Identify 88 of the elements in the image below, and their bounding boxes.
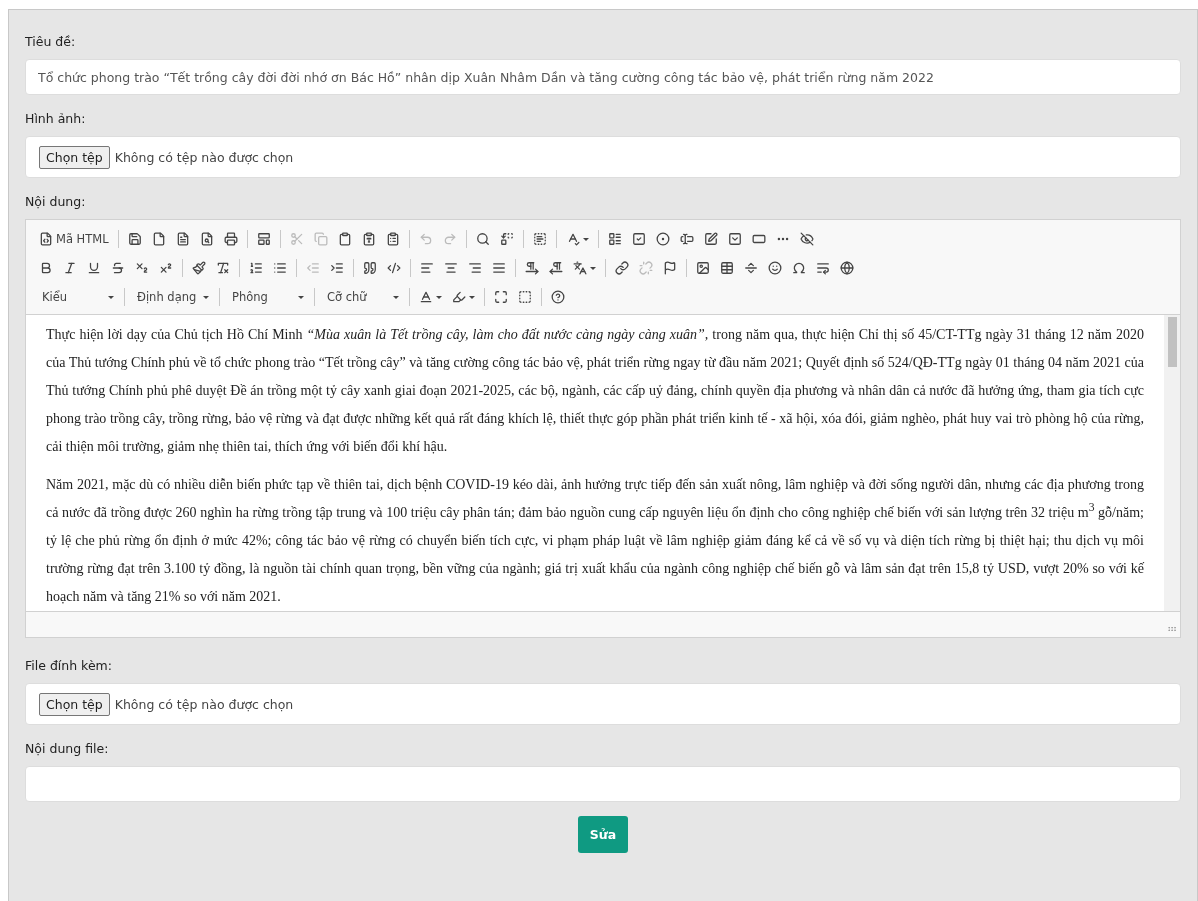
indent-icon [330,261,344,275]
smiley-icon [768,261,782,275]
outdent-icon [306,261,320,275]
paragraph: Năm 2021, mặc dù có nhiều diễn biến phức tạp về thiên tai, dịch bệnh COVID-19 kéo dài, ảnh hưởng trực tiếp đến sản xuất nông, lâm nghiệp và đời sống người dân, nhưng các địa phương trong cả nước đã trồng được 260 nghìn ha rừng trồng tập trung và 100 triệu cây phân tán; đảm bảo nguồn cung cấp nguyên liệu ổn định cho công nghiệp chế biến với sản lượng trên 32 triệu m$^{3}$ gỗ/năm; tỷ lệ che phủ rừng ổn định ở mức 42%; công tác bảo vệ rừng có chuyển biến tích cực, vi phạm pháp luật về lâm nghiệp giảm đáng kể cả về số vụ và diện tích rừng bị thiệt hại; thu dịch vụ môi trường rừng đạt trên 3.100 tỷ đồng, là nguồn tài chính quan trọng, bền vững của ngành; giá trị xuất khẩu của ngành công nghiệp chế biến gỗ và lâm sản đạt trên 15,8 tỷ USD, vượt 20% so với kế hoạch năm và tăng 21% so với năm 2021. [46,476,1144,606]
link-icon [615,261,629,275]
page-search-icon [199,232,214,246]
clipboard-text-icon [361,232,376,246]
redo-icon [442,232,457,246]
align-left-icon [420,261,434,275]
file-input[interactable]: Chọn tệp Không có tệp nào được chọn [25,136,1181,178]
choose-file-button[interactable]: Chọn tệp [39,145,110,169]
choose-file-button[interactable]: Chọn tệp [39,692,110,716]
flag-icon [663,261,677,275]
align-justify-icon [492,261,506,275]
text-select-icon [532,232,547,246]
file-status: Không có tệp nào được chọn [114,149,294,165]
save-icon [127,232,142,246]
scissors-icon [289,232,304,246]
code-file-icon [39,232,53,246]
resize-grip-icon[interactable] [1167,624,1177,634]
strikethrough-icon [111,261,125,275]
blank-page-icon [151,232,166,246]
rectangle-icon [751,232,766,246]
help-icon [551,290,565,304]
undo-icon [418,232,433,246]
search-icon [475,232,490,246]
wrap-icon [816,261,830,275]
pilcrow-right-icon [525,261,539,275]
paintbrush-icon [192,261,206,275]
caret-icon [108,295,114,299]
field-label: Nội dung file: [25,741,110,756]
eye-off-icon [799,232,814,246]
text-area-icon [703,232,718,246]
code-file-button[interactable]: Mã HTML [34,227,114,251]
clipboard-list-icon [385,232,400,246]
caret-icon [298,295,304,299]
maximize-icon [494,290,508,304]
align-right-icon [468,261,482,275]
text-color-icon [419,290,433,304]
clipboard-icon [337,232,352,246]
caret-icon [393,295,399,299]
pilcrow-left-icon [549,261,563,275]
field-label: Tiêu đề: [25,34,77,49]
style-dropdown[interactable]: Cỡ chữ [319,286,405,308]
file-input[interactable]: Chọn tệp Không có tệp nào được chọn [25,683,1181,725]
field-label: File đính kèm: [25,658,113,673]
style-dropdown[interactable]: Định dạng [129,286,215,308]
language-icon [573,261,587,275]
numbered-list-icon [249,261,263,275]
underline-icon [87,261,101,275]
align-center-icon [444,261,458,275]
checkbox-icon [631,232,646,246]
copy-icon [313,232,328,246]
subscript-icon [135,261,149,275]
title-input[interactable]: Tổ chức phong trào “Tết trồng cây đời đời nhớ ơn Bác Hồ” nhân dịp Xuân Nhâm Dần và tăng cường công tác bảo vệ, phát triển rừng năm 2022 [25,59,1181,95]
superscript-icon [159,261,173,275]
replace-icon [499,232,514,246]
file-content-input[interactable] [25,766,1181,802]
highlighter-icon [452,290,466,304]
globe-icon [840,261,854,275]
image-icon [696,261,710,275]
remove-format-icon [216,261,230,275]
bold-icon [39,261,53,275]
table-icon [720,261,734,275]
document-icon [175,232,190,246]
template-icon [256,232,271,246]
field-label: Hình ảnh: [25,111,87,126]
dashed-square-icon [518,290,532,304]
paragraph: Thực hiện lời dạy của Chủ tịch Hồ Chí Minh “Mùa xuân là Tết trồng cây, làm cho đất nước càng ngày càng xuân”, trong năm qua, thực hiện Chỉ thị số 45/CT-TTg ngày 31 tháng 12 năm 2020 của Thủ tướng Chính phủ về tổ chức phong trào “Tết trồng cây” và tăng cường công tác bảo vệ, phát triển rừng ngay từ đầu năm 2021; Quyết định số 524/QĐ-TTg ngày 01 tháng 04 năm 2021 của Thủ tướng Chính phủ phê duyệt Đề án trồng một tỷ cây xanh giai đoạn 2021-2025, các bộ, ngành, các cấp uỷ đảng, chính quyền địa phương và nhân dân cả nước đã hưởng ứng, tham gia tích cực phong trào trồng cây, trồng rừng, bảo vệ rừng và đạt được những kết quả rất đáng khích lệ, thiết thực góp phần phát triển kinh tế - xã hội, xóa đói, giảm nghèo, phát huy vai trò phòng hộ của rừng, cải thiện môi trường, giảm nhẹ thiên tai, thích ứng với biến đổi khí hậu. [46,326,1144,456]
caret-icon [203,295,209,299]
file-status: Không có tệp nào được chọn [114,696,294,712]
style-dropdown[interactable]: Phông [224,286,310,308]
quote-icon [363,261,377,275]
scrollbar[interactable] [1164,315,1180,611]
omega-icon [792,261,806,275]
style-dropdown[interactable]: Kiểu [34,286,120,308]
dropdown-icon [727,232,742,246]
field-label: Nội dung: [25,194,87,209]
print-icon [223,232,238,246]
submit-button[interactable]: Sửa [578,816,628,853]
bullet-list-icon [273,261,287,275]
form-icon [607,232,622,246]
radio-icon [655,232,670,246]
italic-icon [63,261,77,275]
unlink-icon [639,261,653,275]
horizontal-rule-icon [744,261,758,275]
code-icon [387,261,401,275]
text-field-icon [679,232,694,246]
